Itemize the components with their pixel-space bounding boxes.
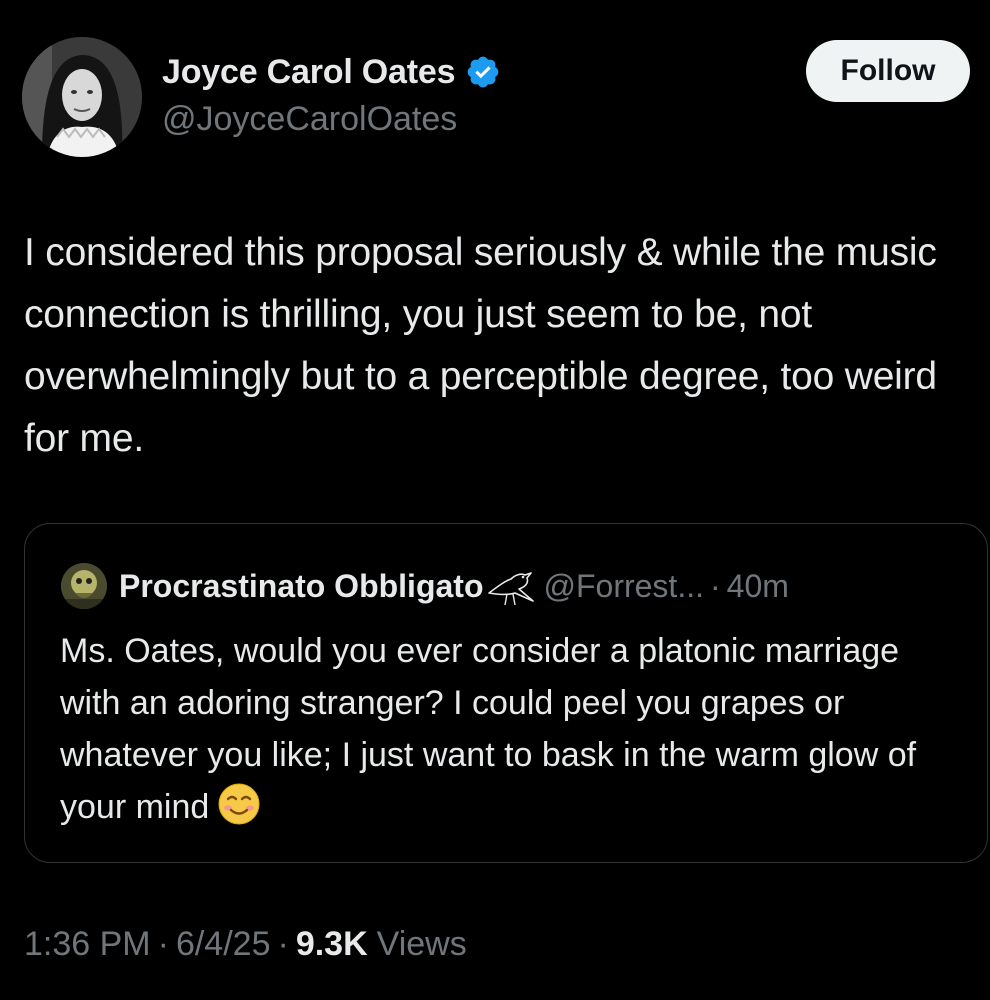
author-handle[interactable]: @JoyceCarolOates bbox=[162, 100, 457, 139]
dot-separator: · bbox=[277, 925, 289, 963]
follow-button[interactable]: Follow bbox=[806, 40, 970, 102]
quoted-author-name[interactable]: Procrastinato Obbligato bbox=[119, 568, 483, 605]
dot-separator: · bbox=[157, 925, 169, 963]
author-avatar[interactable] bbox=[22, 37, 142, 157]
dot-separator: · bbox=[709, 567, 721, 604]
quoted-tweet-text-content: Ms. Oates, would you ever consider a pla… bbox=[60, 632, 917, 826]
bird-icon bbox=[485, 565, 537, 607]
smiling-face-icon bbox=[217, 782, 261, 826]
tweet: Joyce Carol Oates @JoyceCarolOates Follo… bbox=[0, 0, 990, 1000]
views-count: 9.3K bbox=[295, 925, 368, 963]
views-label: Views bbox=[376, 925, 467, 963]
author-name-row: Joyce Carol Oates bbox=[162, 50, 501, 94]
quoted-tweet-card[interactable]: Procrastinato Obbligato @Forrest... · 40… bbox=[24, 523, 988, 863]
quoted-author-avatar[interactable] bbox=[61, 563, 107, 609]
verified-badge-icon bbox=[465, 54, 501, 90]
tweet-time[interactable]: 1:36 PM bbox=[24, 925, 151, 964]
tweet-meta: 1:36 PM · 6/4/25 · 9.3K Views bbox=[24, 925, 467, 964]
quoted-tweet-header: Procrastinato Obbligato @Forrest... · 40… bbox=[61, 561, 789, 611]
tweet-date[interactable]: 6/4/25 bbox=[176, 925, 271, 964]
quoted-tweet-text: Ms. Oates, would you ever consider a pla… bbox=[60, 625, 960, 833]
author-name[interactable]: Joyce Carol Oates bbox=[162, 53, 456, 92]
tweet-text: I considered this proposal seriously & w… bbox=[24, 231, 937, 460]
quoted-author-handle[interactable]: @Forrest... bbox=[543, 568, 704, 605]
quoted-tweet-time[interactable]: 40m bbox=[727, 568, 789, 605]
